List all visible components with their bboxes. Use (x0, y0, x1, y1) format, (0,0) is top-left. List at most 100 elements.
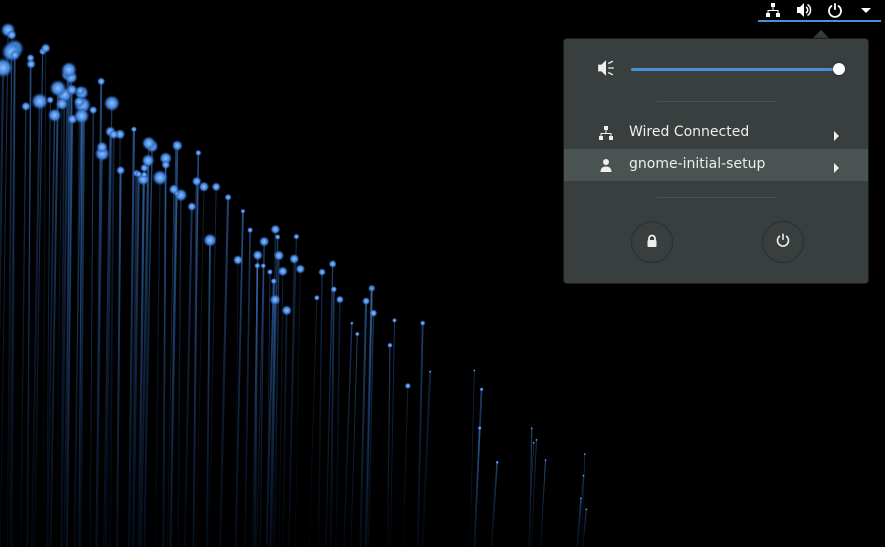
fiber-tip (232, 254, 244, 266)
fiber-tip (21, 101, 31, 112)
fiber-strand (402, 385, 409, 547)
fiber-tip (369, 309, 378, 318)
fiber-tip (295, 264, 306, 274)
fiber-tip (270, 224, 281, 235)
fiber-tip (419, 320, 426, 326)
fiber-strand (183, 206, 193, 547)
volume-row (564, 57, 868, 81)
fiber-tip (161, 160, 171, 170)
fiber-strand (170, 145, 179, 547)
chevron-right-icon (832, 127, 840, 146)
fiber-tip (313, 294, 320, 301)
fiber-strand (20, 106, 27, 547)
fiber-tip (211, 182, 221, 192)
fiber-tip (6, 29, 17, 40)
fiber-tip (350, 321, 354, 325)
fiber-tip (60, 61, 78, 78)
power-icon[interactable] (826, 1, 844, 19)
fiber-tip (535, 438, 538, 442)
fiber-tip (97, 77, 106, 86)
fiber-tip (152, 169, 169, 186)
fiber-strand (473, 427, 481, 547)
fiber-tip (281, 305, 293, 316)
fiber-strand (387, 345, 391, 547)
fiber-strand (192, 181, 198, 547)
fiber-tip (49, 79, 67, 97)
fiber-strand (162, 164, 167, 547)
fiber-tip (252, 249, 263, 261)
fiber-tip (88, 105, 98, 115)
volume-slider[interactable] (631, 63, 845, 75)
fiber-tip (203, 233, 218, 248)
power-off-button[interactable] (762, 221, 804, 263)
volume-slider-handle[interactable] (833, 63, 845, 75)
network-wired-icon (598, 125, 614, 141)
fiber-tip (30, 92, 49, 111)
menu-item-user[interactable]: gnome-initial-setup (564, 149, 868, 181)
fiber-tip (103, 94, 121, 112)
fiber-tip (66, 84, 78, 96)
power-off-icon (775, 232, 791, 252)
chevron-right-icon (832, 159, 840, 178)
fiber-tip (40, 43, 51, 54)
fiber-tip (477, 425, 482, 431)
fiber-tip (26, 53, 35, 63)
fiber-tip (495, 460, 499, 465)
fiber-tip (55, 97, 69, 111)
separator (657, 197, 777, 198)
audio-volume-icon[interactable] (795, 1, 813, 19)
fiber-tip (269, 294, 281, 306)
audio-volume-muted-icon[interactable] (597, 59, 615, 81)
fiber-tip (293, 233, 300, 240)
fiber-strand (89, 110, 94, 547)
fiber-tip (116, 165, 126, 175)
lock-button[interactable] (631, 221, 673, 263)
fiber-strand (154, 177, 161, 547)
fiber-strand (177, 195, 182, 547)
fiber-tip (473, 369, 476, 372)
fiber-strand (350, 333, 358, 547)
fiber-tip (277, 266, 288, 277)
fiber-tip (479, 387, 484, 392)
fiber-tip (369, 286, 374, 291)
menu-dropdown-icon[interactable] (857, 1, 875, 19)
network-wired-icon[interactable] (764, 1, 782, 19)
fiber-strand (294, 269, 301, 547)
fiber-strand (26, 57, 32, 547)
fiber-tip (354, 331, 360, 337)
system-tray[interactable] (758, 0, 881, 22)
fiber-tip (585, 508, 588, 511)
fiber-tip (96, 141, 108, 154)
fiber-strand (582, 509, 587, 547)
fiber-tip (73, 96, 85, 108)
fiber-tip (579, 497, 583, 500)
fiber-strand (490, 462, 499, 547)
fiber-tip (240, 208, 246, 214)
fiber-tip (530, 427, 533, 430)
fiber-tip (362, 297, 371, 306)
user-icon (598, 157, 614, 173)
system-menu: Wired Connected gnome-initial-setup (563, 38, 869, 284)
menu-item-label: Wired Connected (629, 124, 750, 140)
fiber-tip (135, 170, 143, 178)
fiber-tip (141, 153, 155, 168)
menu-item-wired-connected[interactable]: Wired Connected (564, 117, 868, 149)
fiber-tip (47, 108, 62, 123)
fiber-tip (141, 136, 156, 151)
fiber-tip (582, 474, 585, 477)
fiber-strand (244, 230, 251, 547)
fiber-tip (224, 193, 232, 201)
fiber-strand (530, 439, 537, 547)
fiber-tip (544, 458, 547, 462)
fiber-tip (335, 295, 344, 304)
volume-slider-fill (631, 68, 839, 71)
fiber-strand (390, 320, 395, 547)
fiber-tip (171, 140, 183, 152)
top-bar (0, 0, 885, 22)
fiber-tip (583, 453, 586, 456)
fiber-tip (260, 263, 267, 269)
fiber-tip (387, 342, 393, 349)
fiber-tip (266, 268, 274, 276)
fiber-strand (343, 323, 353, 547)
fiber-tip (328, 259, 337, 269)
